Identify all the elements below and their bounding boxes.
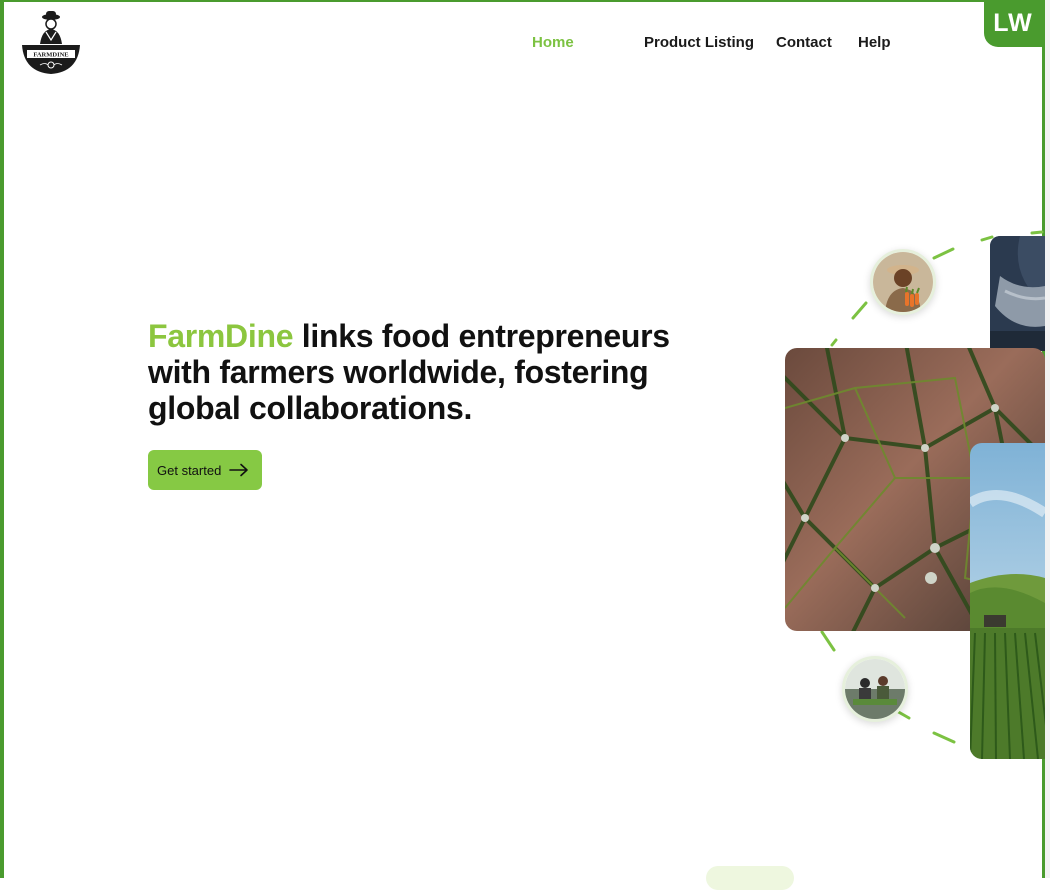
scrollbar-track[interactable] xyxy=(1045,0,1050,878)
window-frame-left xyxy=(0,0,4,878)
workers-avatar-image xyxy=(842,656,908,722)
window-frame-top xyxy=(0,0,1050,2)
nav-help[interactable]: Help xyxy=(858,34,891,51)
arrow-right-icon xyxy=(229,463,249,477)
farmer-logo-icon: FARMDINE xyxy=(22,11,80,74)
user-avatar-button[interactable]: LW xyxy=(984,0,1042,47)
nav-contact[interactable]: Contact xyxy=(776,34,832,51)
nav-product-listing[interactable]: Product Listing xyxy=(644,34,754,51)
farmdine-logo[interactable]: FARMDINE xyxy=(18,8,86,78)
hero-photo-partial-top xyxy=(990,236,1045,351)
hero-headline: FarmDine links food entrepreneurs with f… xyxy=(148,318,708,426)
get-started-button[interactable]: Get started xyxy=(148,450,262,490)
hero-brand-word: FarmDine xyxy=(148,318,294,354)
logo-wordmark: FARMDINE xyxy=(33,52,68,59)
get-started-label: Get started xyxy=(157,462,222,478)
farmer-avatar-image xyxy=(870,249,936,315)
nav-home[interactable]: Home xyxy=(532,34,574,51)
section-tag-pill xyxy=(706,866,794,890)
hero-photo-vineyard xyxy=(970,443,1045,759)
